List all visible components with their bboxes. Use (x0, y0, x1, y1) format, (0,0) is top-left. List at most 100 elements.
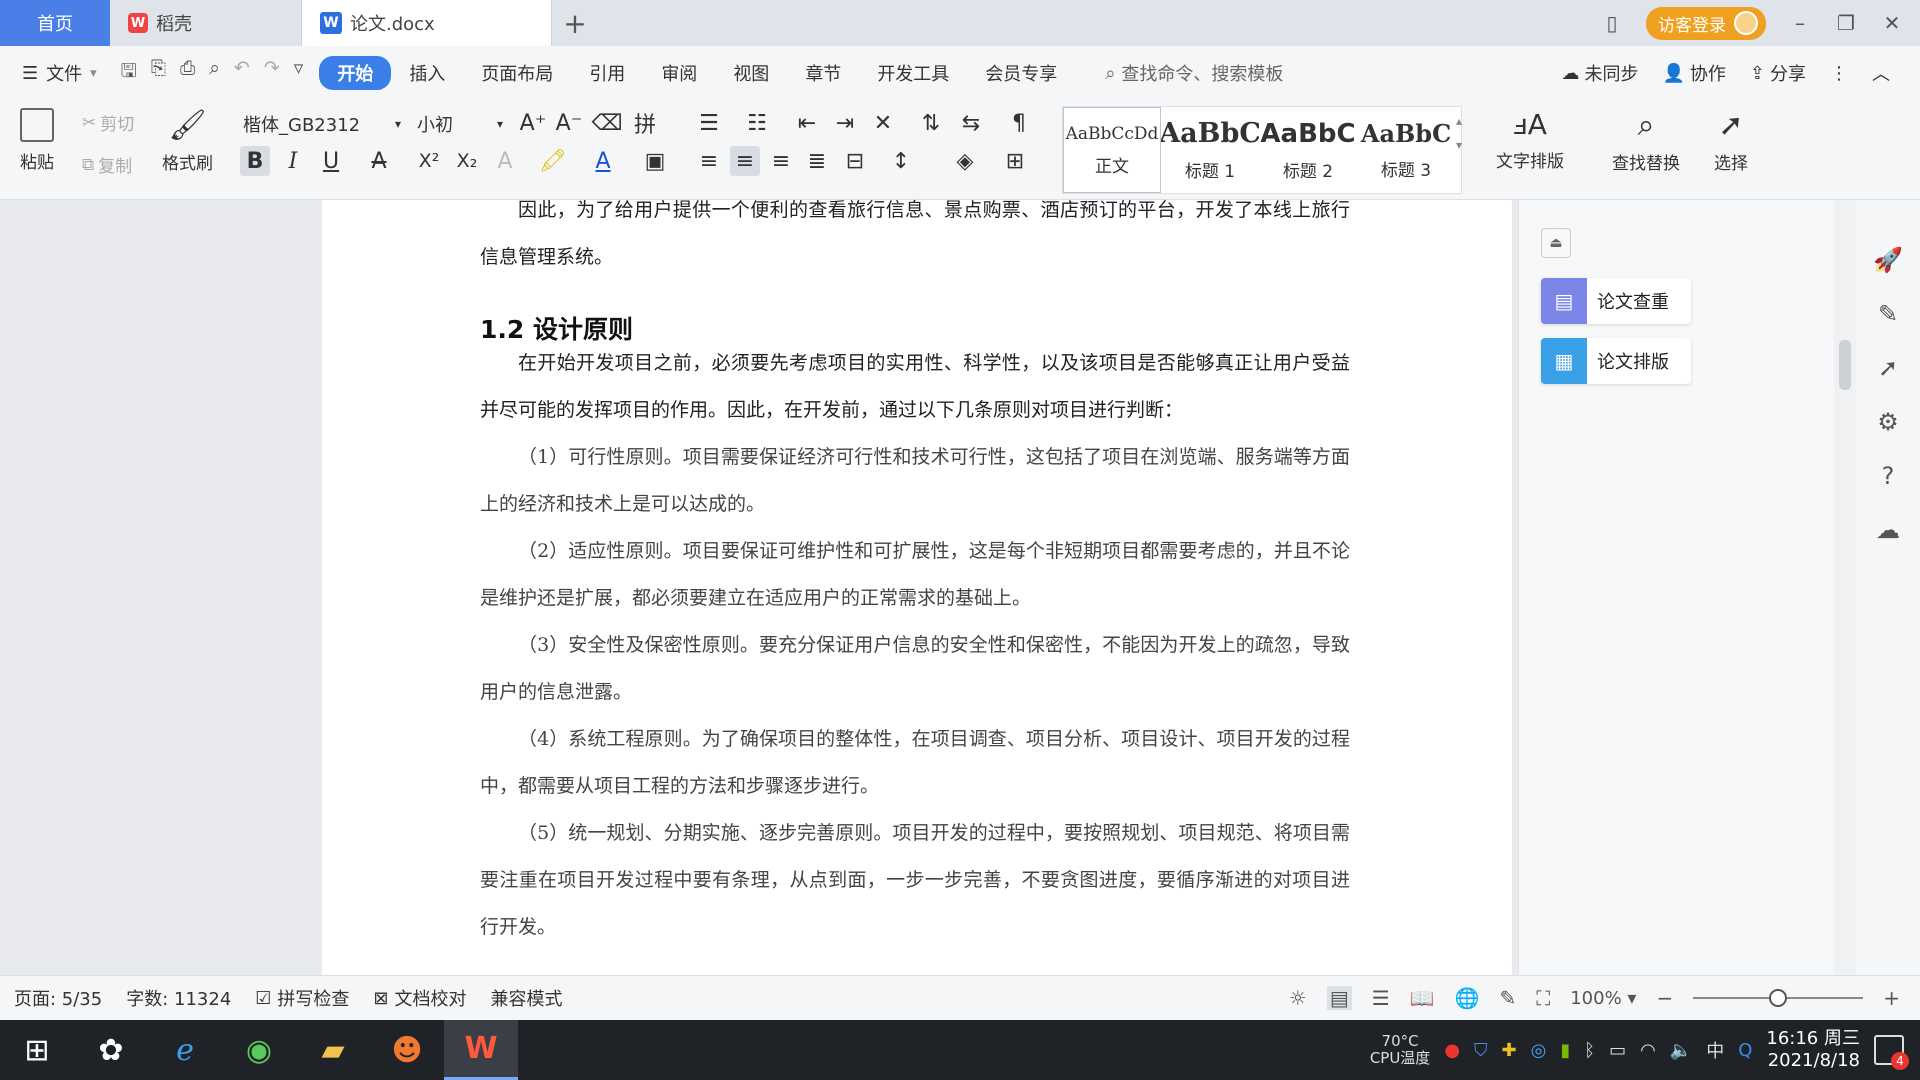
vertical-scrollbar[interactable] (1834, 200, 1856, 975)
pinyin-icon[interactable]: 拼 (630, 108, 660, 138)
align-right-icon[interactable]: ≡ (766, 146, 796, 176)
menu-section[interactable]: 章节 (787, 56, 859, 90)
share-button[interactable]: ⇪ 分享 (1750, 60, 1806, 86)
sync-button[interactable]: ☁ 未同步 (1561, 60, 1638, 86)
align-center-icon[interactable]: ≡ (730, 146, 760, 176)
collapse-ribbon-icon[interactable]: ︿ (1872, 60, 1890, 86)
zoom-slider[interactable] (1693, 989, 1864, 1007)
zoom-out-icon[interactable]: − (1656, 986, 1673, 1010)
tab-document[interactable]: W 论文.docx (302, 0, 552, 46)
tray-app-icon[interactable]: Q (1738, 1040, 1752, 1061)
superscript-button[interactable]: X² (414, 146, 444, 176)
spell-check-button[interactable]: ☑ 拼写检查 (255, 985, 349, 1011)
text-direction-icon[interactable]: ⇆ (956, 108, 986, 138)
rocket-icon[interactable]: 🚀 (1873, 246, 1903, 274)
print-icon[interactable]: ⎙ (180, 57, 195, 89)
restore-icon[interactable]: ❐ (1834, 11, 1858, 35)
pointer-icon[interactable]: ➚ (1878, 354, 1898, 382)
minimize-icon[interactable]: – (1788, 11, 1812, 35)
shrink-font-icon[interactable]: A⁻ (554, 108, 584, 138)
zoom-select[interactable]: 100% ▾ (1570, 988, 1636, 1009)
cpu-temp-widget[interactable]: 70°C CPU温度 (1370, 1033, 1431, 1067)
battery-icon[interactable]: ▭ (1609, 1040, 1626, 1061)
italic-button[interactable]: I (278, 146, 308, 176)
menu-view[interactable]: 视图 (715, 56, 787, 90)
tab-home[interactable]: 首页 (0, 0, 110, 46)
nvidia-icon[interactable]: ▮ (1560, 1040, 1570, 1061)
pen-icon[interactable]: ✎ (1878, 300, 1898, 328)
ime-indicator[interactable]: 中 (1706, 1037, 1724, 1063)
shield-icon[interactable]: ⛉ (1474, 1040, 1488, 1061)
clear-format-icon[interactable]: ⌫ (591, 108, 622, 138)
reading-view-icon[interactable]: 📖 (1410, 986, 1435, 1010)
wifi-icon[interactable]: ◠ (1640, 1040, 1656, 1061)
collapse-pane-icon[interactable]: ⏏ (1541, 228, 1571, 258)
fit-page-icon[interactable]: ⛶ (1536, 986, 1550, 1010)
show-marks-icon[interactable]: ¶ (1004, 108, 1034, 138)
paragraph[interactable]: （2）适应性原则。项目要保证可维护性和可扩展性，这是每个非短期项目都需要考虑的，… (480, 528, 1350, 622)
menu-developer[interactable]: 开发工具 (859, 56, 967, 90)
eye-protect-icon[interactable]: ☼ (1289, 986, 1307, 1010)
new-tab-button[interactable]: + (552, 0, 598, 46)
numbered-list-icon[interactable]: ☷ (742, 108, 772, 138)
ie-browser-icon[interactable]: ℯ (148, 1020, 222, 1080)
outdent-icon[interactable]: ⇤ (792, 108, 822, 138)
game-app-icon[interactable]: ☻ (370, 1020, 444, 1080)
style-heading-3[interactable]: AaBbC 标题 3 (1357, 107, 1455, 193)
format-painter-button[interactable]: 🖌 格式刷 (162, 108, 213, 174)
wps-app-icon[interactable]: W (444, 1020, 518, 1080)
tray-app-icon[interactable]: ◎ (1531, 1040, 1547, 1061)
close-icon[interactable]: ✕ (1880, 11, 1904, 35)
menu-review[interactable]: 审阅 (643, 56, 715, 90)
proofread-button[interactable]: ⊠ 文档校对 (373, 985, 466, 1011)
page-indicator[interactable]: 页面: 5/35 (14, 985, 102, 1011)
justify-icon[interactable]: ≣ (802, 146, 832, 176)
notification-icon[interactable]: 4 (1874, 1035, 1909, 1070)
select-button[interactable]: ➚ 选择 (1714, 108, 1748, 174)
backup-icon[interactable]: ☁ (1876, 516, 1900, 544)
print-preview-icon[interactable]: ⌕ (209, 57, 220, 89)
document-page[interactable]: 因此，为了给用户提供一个便利的查看旅行信息、景点购票、酒店预订的平台，开发了本线… (322, 199, 1512, 975)
zoom-slider-knob[interactable] (1769, 989, 1788, 1007)
collab-button[interactable]: 👤 协作 (1662, 60, 1725, 86)
file-explorer-icon[interactable]: ▰ (296, 1020, 370, 1080)
bold-button[interactable]: B (240, 146, 270, 176)
paragraph[interactable]: 在开始开发项目之前，必须要先考虑项目的实用性、科学性，以及该项目是否能够真正让用… (480, 340, 1350, 434)
tab-docer[interactable]: W 稻壳 (110, 0, 302, 46)
write-mode-icon[interactable]: ✎ (1499, 986, 1516, 1010)
layout-switch-icon[interactable]: ▯ (1600, 11, 1624, 35)
font-name-select[interactable]: 楷体_GB2312 ▾ (236, 110, 408, 138)
scrollbar-thumb[interactable] (1839, 340, 1851, 390)
paragraph[interactable]: （5）统一规划、分期实施、逐步完善原则。项目开发的过程中，要按照规划、项目规范、… (480, 810, 1350, 951)
chinese-layout-icon[interactable]: ✕ (868, 108, 898, 138)
style-gallery-scroll[interactable]: ▴ ▾ (1456, 114, 1462, 152)
bullet-list-icon[interactable]: ☰ (694, 108, 724, 138)
zoom-in-icon[interactable]: + (1883, 986, 1900, 1010)
line-spacing-icon[interactable]: ↕ (886, 146, 916, 176)
cut-button[interactable]: ✂ 剪切 (82, 110, 134, 136)
menu-page-layout[interactable]: 页面布局 (463, 56, 571, 90)
indent-icon[interactable]: ⇥ (830, 108, 860, 138)
bluetooth-icon[interactable]: ᛒ (1584, 1040, 1595, 1061)
subscript-button[interactable]: X₂ (452, 146, 482, 176)
menu-insert[interactable]: 插入 (391, 56, 463, 90)
paper-layout-button[interactable]: ▦ 论文排版 (1541, 338, 1691, 384)
underline-button[interactable]: U (316, 146, 346, 176)
paragraph[interactable]: （1）可行性原则。项目需要保证经济可行性和技术可行性，这包括了项目在浏览端、服务… (480, 434, 1350, 528)
distribute-icon[interactable]: ⊟ (840, 146, 870, 176)
clock[interactable]: 16:16 周三 2021/8/18 (1766, 1028, 1860, 1072)
char-border-icon[interactable]: ▣ (640, 146, 670, 176)
redo-icon[interactable]: ↷ (264, 57, 280, 89)
help-icon[interactable]: ? (1882, 462, 1895, 490)
grow-font-icon[interactable]: A⁺ (518, 108, 548, 138)
sliders-icon[interactable]: ⚙ (1877, 408, 1899, 436)
outline-view-icon[interactable]: ☰ (1372, 986, 1390, 1010)
paragraph[interactable]: （3）安全性及保密性原则。要充分保证用户信息的安全性和保密性，不能因为开发上的疏… (480, 622, 1350, 716)
menu-home[interactable]: 开始 (319, 56, 392, 90)
search-app-icon[interactable]: ✿ (74, 1020, 148, 1080)
font-size-select[interactable]: 小初 ▾ (410, 110, 510, 138)
font-color-icon[interactable]: A (588, 146, 618, 176)
sort-icon[interactable]: ⇅ (916, 108, 946, 138)
more-icon[interactable]: ⋮ (1830, 63, 1848, 84)
export-icon[interactable]: ⎘ (151, 57, 166, 89)
